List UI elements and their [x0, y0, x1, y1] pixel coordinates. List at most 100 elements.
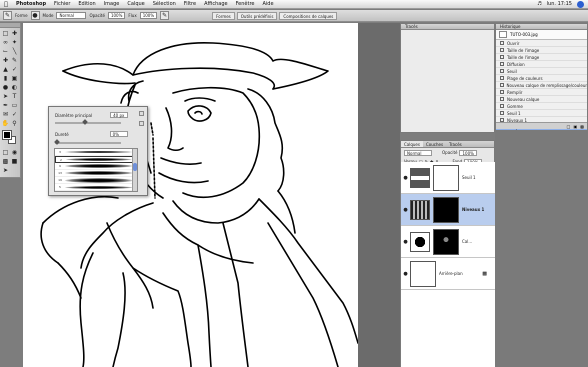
move-tool-icon[interactable]: ✚ [10, 29, 19, 38]
menu-affichage[interactable]: Affichage [200, 0, 232, 9]
tab-formes[interactable]: Formes [212, 11, 235, 20]
path-selection-tool-icon[interactable]: ➤ [1, 92, 10, 101]
history-step[interactable]: Nouveau calque de remplissage/couleur [496, 82, 587, 89]
clock[interactable]: lun. 17:15 [547, 1, 572, 7]
eye-icon[interactable]: ● [401, 175, 410, 181]
notes-tool-icon[interactable]: ✉ [1, 110, 10, 119]
standard-mode-icon[interactable]: □ [1, 148, 10, 157]
eye-icon[interactable]: ● [401, 207, 410, 213]
healing-tool-icon[interactable]: ✚ [1, 56, 10, 65]
zoom-tool-icon[interactable]: ⚲ [10, 119, 19, 128]
pen-tool-icon[interactable]: ✒ [1, 101, 10, 110]
layer-row[interactable]: ● Cal... [401, 226, 495, 258]
history-step-icon [500, 111, 504, 115]
brush-preset[interactable]: 9 [55, 163, 137, 170]
reset-brush-icon[interactable] [139, 121, 144, 126]
history-step[interactable]: Seuil [496, 68, 587, 75]
menu-app-photoshop[interactable]: Photoshop [12, 0, 50, 9]
eye-icon[interactable]: ● [401, 239, 410, 245]
snapshot-icon[interactable]: ▣ [573, 124, 577, 129]
menu-calque[interactable]: Calque [123, 0, 148, 9]
brush-preset[interactable]: 19 [55, 177, 137, 184]
mode-select[interactable]: Normal [56, 12, 87, 19]
airbrush-icon[interactable]: ✎ [160, 11, 170, 20]
stamp-tool-icon[interactable]: ▲ [1, 65, 10, 74]
new-document-icon[interactable]: □ [567, 124, 571, 129]
tab-couches[interactable]: Couches [423, 141, 446, 147]
crop-tool-icon[interactable]: ⌙ [1, 47, 10, 56]
history-step[interactable]: Ouvrir [496, 40, 587, 47]
flow-field[interactable]: 100% [139, 12, 158, 19]
foreground-color-swatch[interactable] [3, 131, 11, 139]
layer-opacity-field[interactable]: 100% [459, 149, 477, 156]
brush-preset[interactable]: 5 [55, 184, 137, 191]
screen-mode-icon[interactable]: ▩ [1, 157, 10, 166]
menu-image[interactable]: Image [100, 0, 124, 9]
history-brush-tool-icon[interactable]: ✓ [10, 65, 19, 74]
eraser-tool-icon[interactable]: ▮ [1, 74, 10, 83]
quick-mask-icon[interactable]: ◉ [10, 148, 19, 157]
history-step[interactable]: Plage de couleurs [496, 75, 587, 82]
slice-tool-icon[interactable]: ╲ [10, 47, 19, 56]
brush-preset-picker[interactable]: ● [30, 11, 40, 20]
hand-tool-icon[interactable]: ✋ [1, 119, 10, 128]
layer-name: Cal... [462, 239, 473, 244]
history-step[interactable]: Remplir [496, 89, 587, 96]
blur-tool-icon[interactable]: ● [1, 83, 10, 92]
brush-preset[interactable]: 13 [55, 170, 137, 177]
menu-fichier[interactable]: Fichier [50, 0, 74, 9]
history-step[interactable]: Taille de l'image [496, 54, 587, 61]
history-snapshot[interactable]: TUTO-003.jpg [496, 30, 587, 40]
gradient-tool-icon[interactable]: ▣ [10, 74, 19, 83]
brush-list-scroll-thumb[interactable] [133, 163, 137, 171]
brush-menu-icon[interactable] [139, 111, 144, 116]
fullscreen-mode-icon[interactable]: ■ [10, 157, 19, 166]
brush-list-scrollbar[interactable] [132, 149, 137, 191]
history-step-label: Seuil [507, 68, 517, 74]
magic-wand-tool-icon[interactable]: ✦ [10, 38, 19, 47]
tab-compositions-calques[interactable]: Compositions de calques [279, 11, 338, 20]
history-step[interactable]: Taille de l'image [496, 47, 587, 54]
brush-preset-selected[interactable]: 2 [55, 156, 137, 163]
eye-icon[interactable]: ● [401, 271, 410, 277]
spotlight-icon[interactable] [577, 0, 584, 8]
layer-row[interactable]: ● Seuil 1 [401, 162, 495, 194]
menu-selection[interactable]: Sélection [149, 0, 180, 9]
history-step[interactable]: Gomme [496, 103, 587, 110]
layer-row[interactable]: ● Arrière-plan ▩ [401, 258, 495, 290]
trash-icon[interactable]: ▩ [580, 124, 584, 129]
imageready-icon[interactable]: ➤ [1, 166, 10, 175]
dodge-tool-icon[interactable]: ◐ [10, 83, 19, 92]
apple-menu-icon[interactable]:  [0, 1, 12, 8]
menu-fenetre[interactable]: Fenêtre [232, 0, 259, 9]
tab-traces-layers[interactable]: Tracés [446, 141, 465, 147]
layer-row-selected[interactable]: ● Niveaux 1 [401, 194, 495, 226]
diameter-field[interactable]: 40 px [110, 112, 129, 118]
tab-outils-predefinis[interactable]: Outils prédéfinis [236, 11, 278, 20]
tab-calques[interactable]: Calques [401, 141, 423, 147]
hardness-slider[interactable] [54, 139, 121, 145]
history-step[interactable]: Nouveau calque [496, 96, 587, 103]
lasso-tool-icon[interactable]: ∞ [1, 38, 10, 47]
history-step[interactable]: Seuil 1 [496, 110, 587, 117]
menu-aide[interactable]: Aide [258, 0, 277, 9]
type-tool-icon[interactable]: T [10, 92, 19, 101]
opacity-field[interactable]: 100% [107, 12, 126, 19]
menu-edition[interactable]: Edition [74, 0, 99, 9]
volume-icon[interactable]: ♬ [537, 1, 541, 7]
shape-tool-icon[interactable]: ▭ [10, 101, 19, 110]
history-step[interactable]: Diffusion [496, 61, 587, 68]
marquee-tool-icon[interactable]: □ [1, 29, 10, 38]
tab-traces[interactable]: Tracés [401, 24, 494, 30]
brush-tool-icon[interactable]: ✎ [3, 11, 12, 20]
diameter-slider-knob[interactable] [82, 119, 88, 125]
brush-tool-icon[interactable]: ✎ [10, 56, 19, 65]
eyedropper-tool-icon[interactable]: ✓ [10, 110, 19, 119]
diameter-slider[interactable] [55, 119, 121, 125]
hardness-field[interactable]: 0% [109, 131, 128, 137]
hardness-slider-knob[interactable] [54, 139, 60, 145]
blend-mode-select[interactable]: Normal [404, 149, 432, 156]
layer-name: Arrière-plan [439, 271, 463, 276]
brush-preset[interactable]: 3 [55, 149, 137, 156]
menu-filtre[interactable]: Filtre [180, 0, 200, 9]
